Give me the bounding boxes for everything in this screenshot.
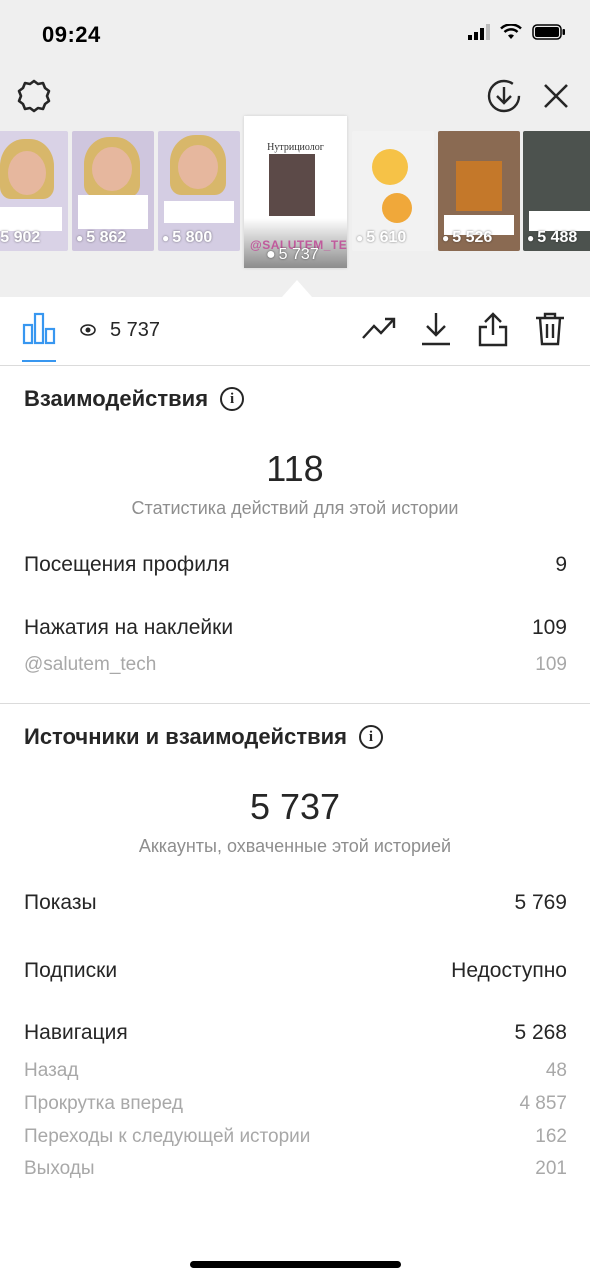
story-thumbnail[interactable]: ● 5 800 (158, 131, 240, 251)
eye-icon: ● (442, 231, 450, 245)
sub-metric-row: Прокрутка вперед 4 857 (24, 1093, 567, 1115)
promote-button[interactable] (360, 311, 398, 349)
sub-metric-row: Выходы 201 (24, 1158, 567, 1180)
insights-tab[interactable] (22, 311, 56, 349)
story-views: 5 902 (0, 229, 41, 246)
close-icon (542, 82, 570, 115)
story-thumbnail[interactable]: ● 5 610 (352, 131, 434, 251)
status-time: 09:24 (42, 22, 101, 47)
share-button[interactable] (474, 311, 512, 351)
story-portrait (269, 154, 315, 216)
download-icon (420, 311, 452, 352)
story-thumbnail[interactable]: ● 5 862 (72, 131, 154, 251)
wifi-icon (500, 23, 522, 45)
info-icon[interactable]: i (220, 387, 245, 411)
sub-metric-label: @salutem_tech (24, 654, 157, 675)
interactions-total: 118 (266, 448, 324, 489)
metric-row: Нажатия на наклейки 109 (24, 616, 567, 640)
download-circle-icon (486, 78, 522, 119)
info-icon[interactable]: i (358, 725, 383, 749)
metric-row: Посещения профиля 9 (24, 553, 567, 577)
eye-icon: ● (76, 231, 84, 245)
story-thumbnail[interactable]: ● 5 488 (523, 131, 590, 251)
story-thumbnail[interactable]: ●5 902 (0, 131, 68, 251)
sub-metric-value: 162 (535, 1126, 567, 1147)
story-views: 5 488 (537, 229, 578, 246)
close-button[interactable] (536, 78, 576, 118)
eye-icon: ● (356, 231, 364, 245)
selected-story-title: Нутрициолог (267, 142, 324, 153)
selection-pointer (282, 280, 312, 297)
save-story-button[interactable] (484, 78, 524, 118)
selected-story-views: 5 737 (278, 246, 319, 263)
metric-value: 109 (531, 616, 567, 639)
sub-metric-row: Переходы к следующей истории 162 (24, 1126, 567, 1148)
metric-value: 9 (555, 553, 567, 576)
gear-icon (16, 78, 52, 119)
discovery-total: 5 737 (249, 786, 341, 827)
sub-metric-value: 109 (535, 654, 567, 675)
sub-metric-row: @salutem_tech 109 (24, 654, 567, 676)
discovery-section-title: Источники и взаимодействия i (24, 724, 383, 750)
sub-metric-value: 201 (535, 1158, 567, 1179)
home-indicator[interactable] (190, 1261, 401, 1268)
eye-icon: ● (266, 246, 276, 263)
toolbar-view-count: 5 737 (80, 319, 160, 342)
eye-icon (80, 319, 96, 342)
story-thumbnail[interactable]: ● 5 526 (438, 131, 520, 251)
metric-value: 5 769 (514, 891, 567, 914)
story-views: 5 526 (452, 229, 493, 246)
story-views: 5 610 (366, 229, 407, 246)
sub-metric-label: Прокрутка вперед (24, 1093, 183, 1114)
sub-metric-label: Переходы к следующей истории (24, 1126, 311, 1147)
metric-label: Показы (24, 891, 97, 914)
metric-row: Навигация 5 268 (24, 1021, 567, 1045)
discovery-title-text: Источники и взаимодействия (24, 724, 347, 749)
download-button[interactable] (417, 311, 455, 351)
metric-value: Недоступно (451, 959, 567, 982)
insights-toolbar: 5 737 (0, 297, 590, 366)
metric-value: 5 268 (514, 1021, 567, 1044)
share-icon (477, 311, 509, 352)
sub-metric-label: Назад (24, 1060, 79, 1081)
story-views: 5 862 (86, 229, 127, 246)
metric-label: Навигация (24, 1021, 128, 1044)
discovery-caption: Аккаунты, охваченные этой историей (138, 836, 452, 856)
metric-row: Подписки Недоступно (24, 959, 567, 983)
delete-button[interactable] (531, 311, 569, 351)
metric-label: Подписки (24, 959, 118, 982)
interactions-caption: Статистика действий для этой истории (131, 498, 459, 518)
sub-metric-value: 4 857 (519, 1093, 567, 1114)
sub-metric-value: 48 (545, 1060, 567, 1081)
sub-metric-row: Назад 48 (24, 1060, 567, 1082)
eye-icon: ● (527, 231, 535, 245)
metric-label: Посещения профиля (24, 553, 230, 576)
toolbar-views-value: 5 737 (110, 319, 161, 341)
story-views: 5 800 (172, 229, 213, 246)
signal-icon (468, 24, 490, 45)
interactions-section-title: Взаимодействия i (24, 386, 245, 412)
status-icons (468, 23, 566, 45)
metric-row: Показы 5 769 (24, 891, 567, 915)
sub-metric-label: Выходы (24, 1158, 95, 1179)
active-tab-indicator (22, 360, 56, 362)
eye-icon: ● (162, 231, 170, 245)
bar-chart-icon (22, 311, 56, 350)
trash-icon (534, 311, 566, 352)
selected-story-thumbnail[interactable]: Нутрициолог @SALUTEM_TECH ●5 737 (244, 116, 347, 268)
battery-icon (532, 24, 566, 45)
interactions-title-text: Взаимодействия (24, 386, 209, 411)
section-divider (0, 703, 590, 704)
settings-button[interactable] (14, 78, 54, 118)
trending-up-icon (361, 315, 397, 346)
metric-label: Нажатия на наклейки (24, 616, 234, 639)
